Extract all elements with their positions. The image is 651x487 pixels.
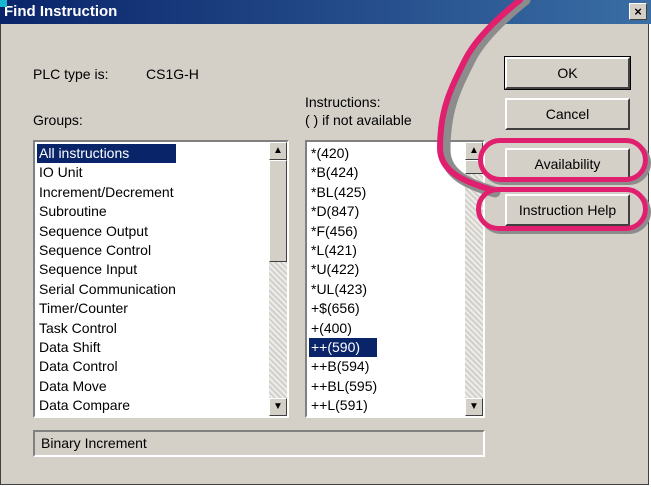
annotation-overlay: [436, 0, 531, 198]
availability-highlight: [478, 138, 648, 182]
instruction-help-highlight: [476, 187, 648, 231]
